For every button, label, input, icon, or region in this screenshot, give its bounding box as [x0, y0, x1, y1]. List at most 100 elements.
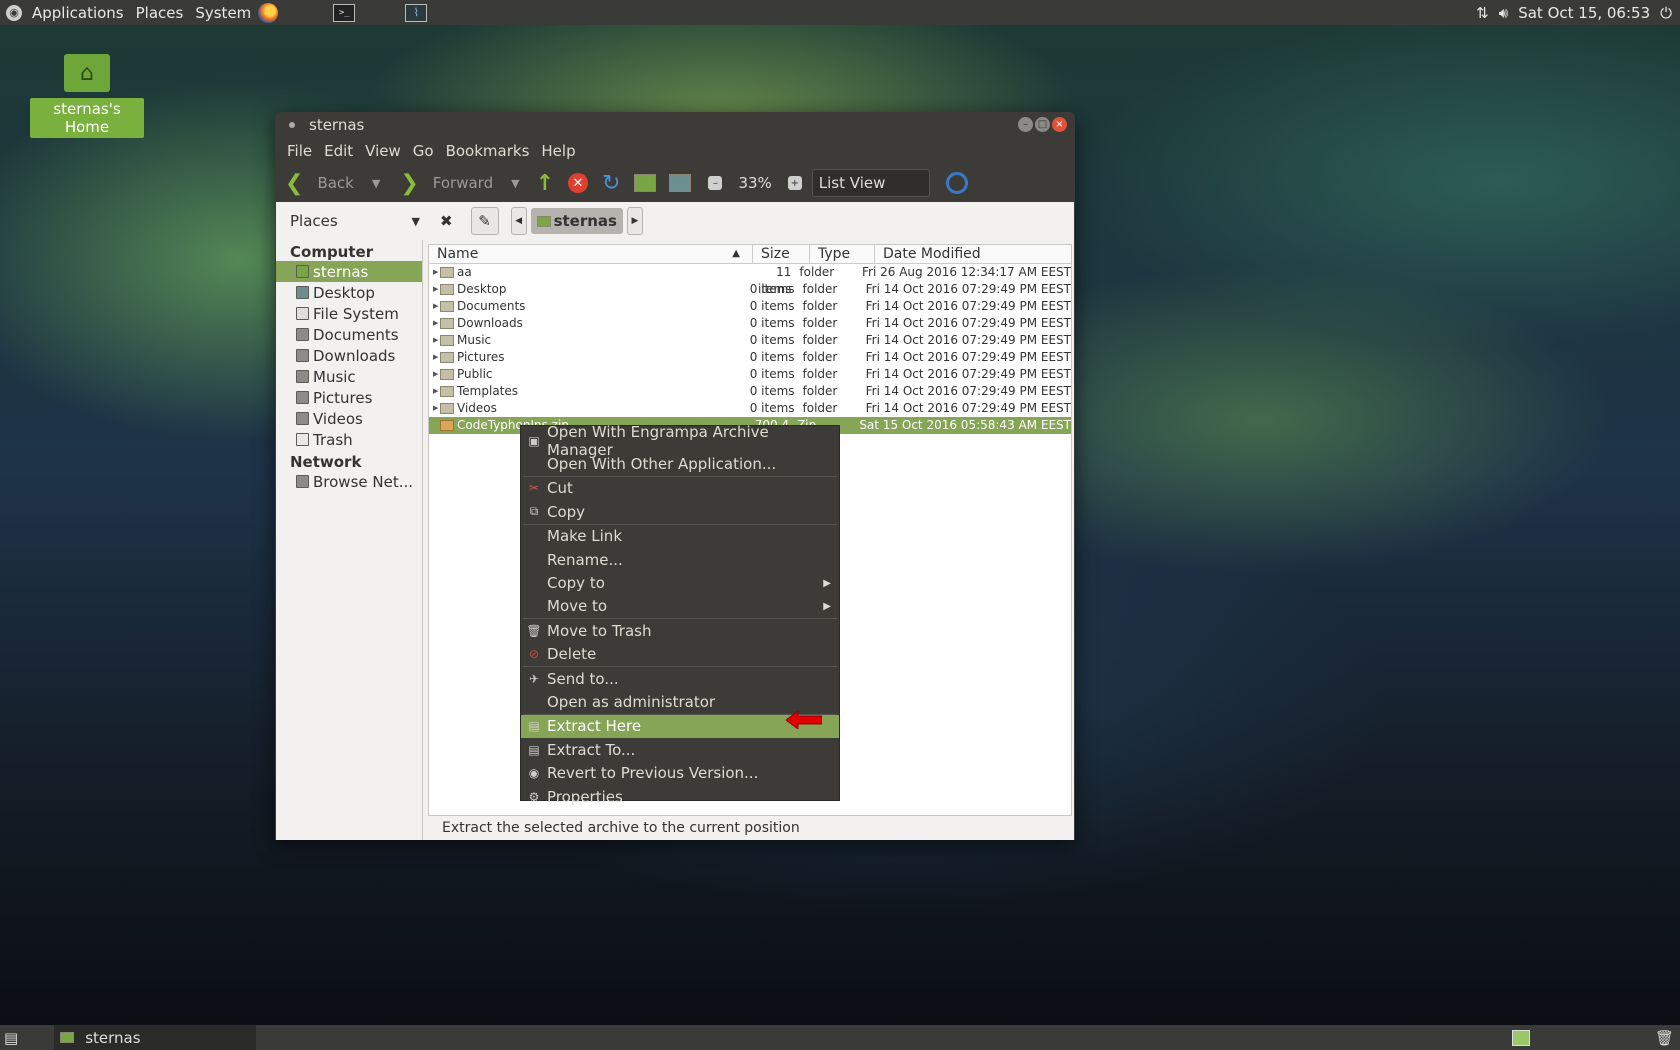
sidebar-item-documents[interactable]: Documents [276, 324, 422, 345]
stop-button[interactable]: ✕ [568, 168, 588, 198]
network-icon[interactable]: ⇅ [1476, 4, 1489, 22]
sidebar-item-sternas[interactable]: sternas [276, 261, 422, 282]
mint-logo-icon[interactable]: ◉ [6, 4, 22, 21]
sidebar-item-music[interactable]: Music [276, 366, 422, 387]
file-name: Videos [457, 401, 497, 415]
forward-history-dropdown[interactable]: ▼ [511, 168, 519, 198]
sidebar-item-downloads[interactable]: Downloads [276, 345, 422, 366]
workspace-switcher[interactable] [1512, 1029, 1530, 1046]
firefox-launcher[interactable] [257, 2, 279, 23]
folder-icon [60, 1032, 75, 1043]
taskbar-item-sternas[interactable]: sternas [54, 1025, 257, 1050]
toggle-location-entry-button[interactable]: ✎ [470, 207, 499, 235]
menu-item-make-link[interactable]: Make Link [521, 525, 839, 548]
minimize-button[interactable]: – [1018, 117, 1033, 132]
expander-triangle-icon[interactable]: ▶ [433, 281, 440, 298]
menu-file[interactable]: File [281, 142, 318, 160]
forward-button[interactable]: ❯ Forward [400, 168, 493, 198]
table-row[interactable]: ▶ Music 0 items folder Fri 14 Oct 2016 07:29… [429, 332, 1071, 349]
breadcrumb[interactable]: sternas [530, 208, 623, 234]
menu-item-copy[interactable]: ⧉ Copy [521, 500, 839, 523]
path-scroll-right-button[interactable]: ▶ [626, 207, 643, 235]
status-bar: Extract the selected archive to the curr… [428, 815, 1072, 840]
firefox-icon [258, 2, 279, 23]
menu-item-delete[interactable]: ⊘ Delete [521, 643, 839, 666]
volume-icon[interactable]: 🔊︎ [1499, 4, 1508, 22]
close-sidebar-icon[interactable]: ✖ [440, 212, 453, 230]
table-row[interactable]: ▶ Desktop 0 items folder Fri 14 Oct 2016 07:… [429, 281, 1071, 298]
up-button[interactable]: ↑ [536, 168, 554, 198]
column-header-type[interactable]: Type [810, 245, 875, 263]
column-header-name[interactable]: Name ▲ [429, 245, 753, 263]
menu-item-move-to[interactable]: Move to ▶ [521, 595, 839, 618]
reload-icon: ↻ [602, 170, 621, 196]
window-menu-icon[interactable] [289, 122, 295, 128]
sidebar-item-browse-network[interactable]: Browse Net... [276, 471, 422, 492]
clock[interactable]: Sat Oct 15, 06:53 [1518, 4, 1650, 22]
table-row[interactable]: ▶ Downloads 0 items folder Fri 14 Oct 2016 0… [429, 315, 1071, 332]
table-row[interactable]: ▶ Pictures 0 items folder Fri 14 Oct 2016 07… [429, 349, 1071, 366]
menu-item-send-to[interactable]: ✈ Send to... [521, 667, 839, 690]
sidebar-type-select[interactable]: Places ▼ [276, 212, 420, 230]
computer-button[interactable] [669, 168, 694, 198]
terminal-launcher[interactable]: >_ [333, 3, 356, 23]
system-monitor-launcher[interactable]: ⌇ [405, 3, 428, 23]
expander-triangle-icon[interactable]: ▶ [433, 383, 440, 400]
table-row[interactable]: ▶ Public 0 items folder Fri 14 Oct 2016 07:2… [429, 366, 1071, 383]
menu-go[interactable]: Go [407, 142, 440, 160]
table-row[interactable]: ▶ Templates 0 items folder Fri 14 Oct 2016 0… [429, 383, 1071, 400]
menu-help[interactable]: Help [535, 142, 581, 160]
zoom-out-button[interactable]: – [708, 168, 723, 198]
back-history-dropdown[interactable]: ▼ [372, 168, 380, 198]
sidebar-item-file-system[interactable]: File System [276, 303, 422, 324]
show-desktop-icon[interactable]: ▤ [4, 1029, 18, 1047]
expander-triangle-icon[interactable]: ▶ [433, 400, 440, 417]
trash-applet-icon[interactable]: 🗑︎ [1655, 1029, 1674, 1047]
table-row[interactable]: ▶ aa 11 items folder Fri 26 Aug 2016 12:34:1… [429, 264, 1071, 296]
sidebar-item-videos[interactable]: Videos [276, 408, 422, 429]
power-icon[interactable]: ⏻ [1660, 4, 1672, 22]
places-menu[interactable]: Places [130, 0, 190, 25]
sidebar-item-desktop[interactable]: Desktop [276, 282, 422, 303]
menu-item-revert-version[interactable]: ◉ Revert to Previous Version... [521, 761, 839, 784]
search-icon[interactable] [945, 172, 968, 194]
window-titlebar[interactable]: sternas – □ × [275, 112, 1075, 138]
expander-triangle-icon[interactable]: ▶ [433, 298, 440, 315]
expander-triangle-icon[interactable]: ▶ [433, 332, 440, 349]
menu-edit[interactable]: Edit [318, 142, 359, 160]
sidebar-item-pictures[interactable]: Pictures [276, 387, 422, 408]
expander-triangle-icon[interactable]: ▶ [433, 349, 440, 366]
zoom-in-button[interactable]: + [787, 168, 802, 198]
toolbar: ❮ Back ▼ ❯ Forward ▼ ↑ ✕ ↻ – 33% + List Vi… [275, 164, 1075, 202]
menu-item-move-to-trash[interactable]: 🗑︎ Move to Trash [521, 619, 839, 642]
close-button[interactable]: × [1052, 117, 1067, 132]
column-header-size[interactable]: Size [753, 245, 810, 263]
table-row[interactable]: ▶ Videos 0 items folder Fri 14 Oct 2016 07:2… [429, 400, 1071, 417]
menu-item-rename[interactable]: Rename... [521, 548, 839, 571]
applications-menu[interactable]: Applications [26, 0, 130, 25]
menu-item-label: Send to... [547, 669, 619, 688]
expander-triangle-icon[interactable]: ▶ [433, 264, 440, 281]
menu-item-copy-to[interactable]: Copy to ▶ [521, 571, 839, 594]
back-button[interactable]: ❮ Back [285, 168, 354, 198]
menu-item-open-with-other[interactable]: Open With Other Application... [521, 452, 839, 475]
sidebar-item-trash[interactable]: Trash [276, 429, 422, 450]
home-button[interactable] [634, 168, 659, 198]
view-mode-select[interactable]: List View [811, 169, 930, 197]
system-menu[interactable]: System [189, 0, 257, 25]
column-header-date[interactable]: Date Modified [875, 245, 1071, 263]
sidebar-item-label: File System [313, 304, 399, 323]
menu-item-properties[interactable]: ⚙ Properties [521, 785, 839, 808]
menu-item-extract-to[interactable]: ▤ Extract To... [521, 738, 839, 761]
menu-view[interactable]: View [359, 142, 407, 160]
desktop-home-icon[interactable]: ⌂ sternas's Home [30, 54, 144, 138]
menu-item-open-with-engrampa[interactable]: ▣ Open With Engrampa Archive Manager [521, 423, 839, 459]
expander-triangle-icon[interactable]: ▶ [433, 366, 440, 383]
menu-item-cut[interactable]: ✂ Cut [521, 477, 839, 500]
expander-triangle-icon[interactable]: ▶ [433, 315, 440, 332]
reload-button[interactable]: ↻ [602, 168, 620, 198]
maximize-button[interactable]: □ [1035, 117, 1050, 132]
menu-bookmarks[interactable]: Bookmarks [440, 142, 536, 160]
table-row[interactable]: ▶ Documents 0 items folder Fri 14 Oct 2016 0… [429, 298, 1071, 315]
path-scroll-left-button[interactable]: ◀ [510, 207, 527, 235]
